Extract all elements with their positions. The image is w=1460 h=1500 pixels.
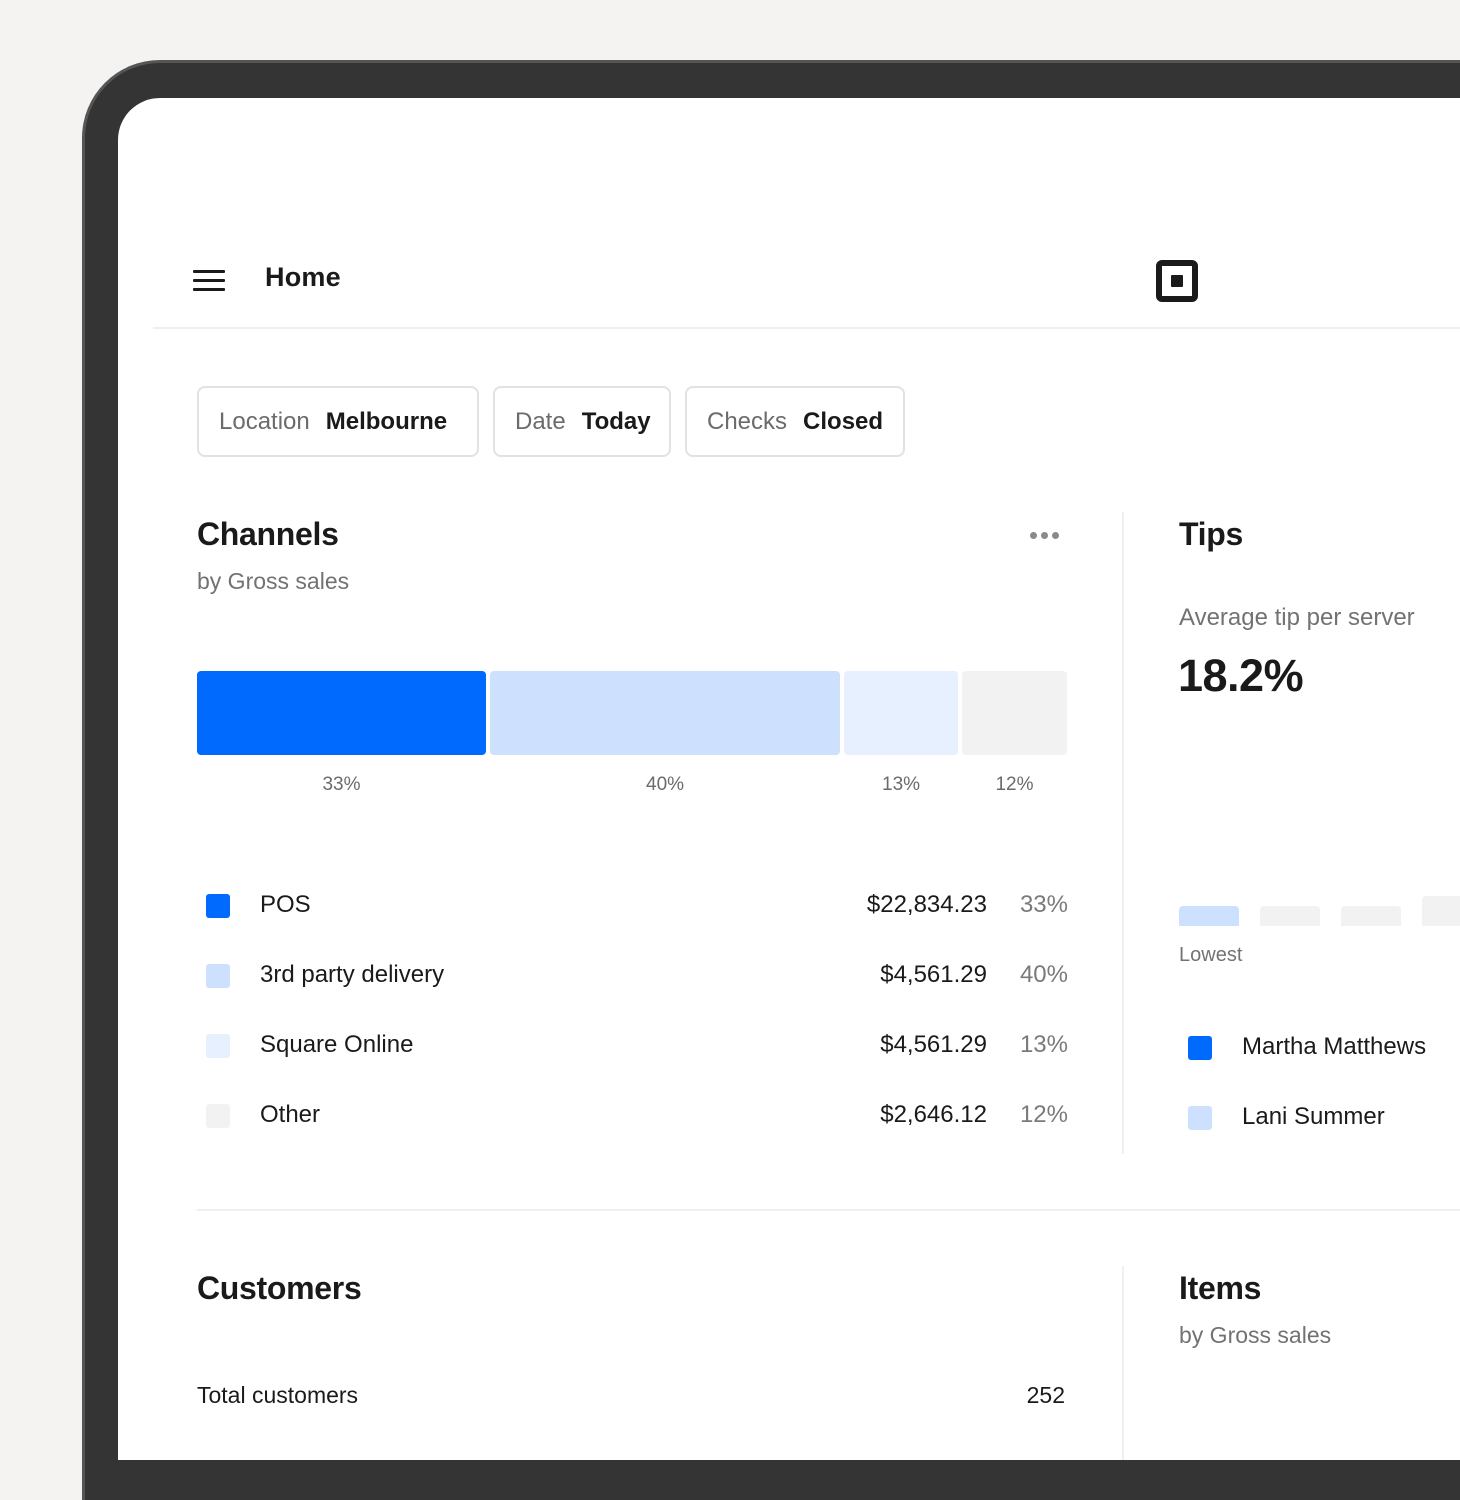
filter-value: Today bbox=[581, 407, 651, 435]
tip-bar bbox=[1341, 906, 1401, 926]
legend-swatch bbox=[206, 964, 230, 988]
location-filter[interactable]: Location Melbourne bbox=[197, 386, 479, 457]
hamburger-menu-icon[interactable] bbox=[193, 270, 225, 292]
legend-item-pos: POS $22,834.23 33% bbox=[198, 886, 1068, 926]
channel-bar-label: 33% bbox=[322, 774, 361, 795]
channels-subtitle: by Gross sales bbox=[197, 568, 350, 594]
legend-amount: $4,561.29 bbox=[880, 1031, 987, 1058]
legend-item-3rd-party-delivery: 3rd party delivery $4,561.29 40% bbox=[198, 956, 1068, 996]
date-filter[interactable]: Date Today bbox=[493, 386, 671, 457]
checks-filter[interactable]: Checks Closed bbox=[685, 386, 905, 457]
legend-name: Square Online bbox=[260, 1031, 414, 1058]
channel-bar-segment bbox=[489, 671, 841, 755]
legend-percent: 12% bbox=[1019, 1101, 1068, 1128]
section-divider bbox=[197, 1209, 1460, 1211]
legend-name: 3rd party delivery bbox=[260, 961, 445, 988]
legend-name: POS bbox=[260, 891, 311, 918]
tip-bar bbox=[1422, 896, 1460, 926]
channel-bar-segment bbox=[844, 671, 958, 755]
column-divider bbox=[1122, 512, 1124, 1154]
channel-bar-label: 12% bbox=[995, 774, 1034, 795]
legend-amount: $4,561.29 bbox=[880, 961, 987, 988]
legend-name: Other bbox=[260, 1101, 321, 1128]
items-title: Items bbox=[1179, 1270, 1262, 1306]
server-name: Martha Matthews bbox=[1242, 1033, 1427, 1060]
tip-metric-value: 18.2% bbox=[1178, 650, 1304, 701]
legend-swatch bbox=[206, 1104, 230, 1128]
channel-bar-label: 40% bbox=[646, 774, 685, 795]
server-name: Lani Summer bbox=[1242, 1103, 1385, 1130]
tips-title: Tips bbox=[1179, 516, 1244, 552]
header-divider bbox=[153, 327, 1460, 329]
tip-axis-label: Lowest bbox=[1179, 944, 1243, 966]
tip-bar bbox=[1260, 906, 1320, 926]
legend-amount: $2,646.12 bbox=[880, 1101, 987, 1128]
legend-swatch bbox=[1188, 1106, 1212, 1130]
legend-percent: 33% bbox=[1019, 891, 1068, 918]
filter-key: Checks bbox=[707, 407, 788, 435]
filter-value: Melbourne bbox=[325, 407, 448, 435]
app-screen: Home Location Melbourne Date Today Check… bbox=[118, 98, 1460, 1460]
legend-percent: 40% bbox=[1019, 961, 1068, 988]
total-customers-value: 252 bbox=[1026, 1382, 1065, 1408]
server-item: Martha Matthews bbox=[1180, 1028, 1460, 1068]
legend-amount: $22,834.23 bbox=[866, 891, 987, 918]
server-item: Lani Summer bbox=[1180, 1098, 1460, 1138]
total-customers-label: Total customers bbox=[197, 1382, 359, 1408]
legend-swatch bbox=[206, 1034, 230, 1058]
tip-metric-label: Average tip per server bbox=[1179, 604, 1415, 631]
column-divider bbox=[1122, 1266, 1124, 1460]
more-horizontal-icon[interactable] bbox=[1030, 532, 1060, 540]
items-subtitle: by Gross sales bbox=[1179, 1322, 1332, 1348]
page-title: Home bbox=[265, 262, 341, 292]
customers-title: Customers bbox=[197, 1270, 362, 1306]
legend-swatch bbox=[206, 894, 230, 918]
square-logo-icon bbox=[1156, 260, 1198, 302]
channels-title: Channels bbox=[197, 516, 339, 552]
legend-percent: 13% bbox=[1019, 1031, 1068, 1058]
legend-item-square-online: Square Online $4,561.29 13% bbox=[198, 1026, 1068, 1066]
channel-bar-label: 13% bbox=[882, 774, 921, 795]
legend-item-other: Other $2,646.12 12% bbox=[198, 1096, 1068, 1136]
filter-key: Location bbox=[219, 407, 310, 435]
tip-bar bbox=[1179, 906, 1239, 926]
filter-value: Closed bbox=[803, 407, 884, 435]
legend-swatch bbox=[1188, 1036, 1212, 1060]
filter-key: Date bbox=[515, 407, 566, 435]
channel-bar-segment bbox=[961, 671, 1067, 755]
channel-bar-segment bbox=[197, 671, 486, 755]
